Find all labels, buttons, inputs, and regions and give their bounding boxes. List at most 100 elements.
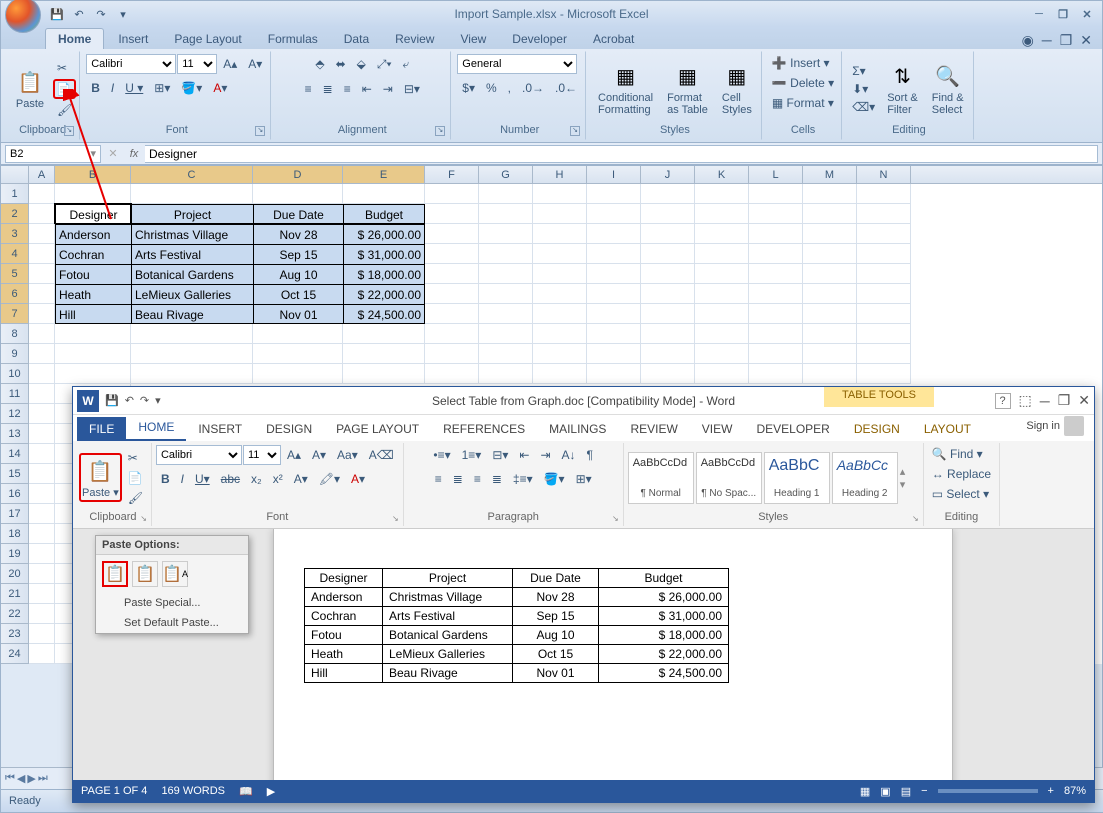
cell[interactable] xyxy=(749,244,803,264)
insert-cells-button[interactable]: ➕ Insert ▾ xyxy=(768,54,834,72)
cell[interactable] xyxy=(641,264,695,284)
cell[interactable] xyxy=(29,404,55,424)
italic-button[interactable]: I xyxy=(106,78,119,98)
word-table-row[interactable]: HillBeau RivageNov 01$ 24,500.00 xyxy=(305,664,729,683)
cancel-icon[interactable]: ✕ xyxy=(103,147,123,160)
cell[interactable] xyxy=(587,284,641,304)
cell[interactable] xyxy=(641,284,695,304)
cell[interactable] xyxy=(749,224,803,244)
shrink-font-icon[interactable]: A▾ xyxy=(307,445,331,465)
cell[interactable]: Nov 01 xyxy=(253,304,343,324)
cell[interactable]: Fotou xyxy=(55,264,131,284)
col-header[interactable]: G xyxy=(479,166,533,183)
cell[interactable] xyxy=(695,204,749,224)
row-header[interactable]: 2 xyxy=(1,204,29,224)
word-paste-button[interactable]: 📋 Paste ▾ xyxy=(79,453,122,502)
redo-icon[interactable]: ↷ xyxy=(91,4,111,24)
cell[interactable] xyxy=(55,364,131,384)
cell[interactable] xyxy=(857,364,911,384)
cell[interactable]: $ 26,000.00 xyxy=(343,224,425,244)
cell[interactable] xyxy=(695,344,749,364)
cell[interactable]: Oct 15 xyxy=(253,284,343,304)
orientation-icon[interactable]: ⤢▾ xyxy=(372,54,397,75)
cell[interactable] xyxy=(641,324,695,344)
row-header[interactable]: 20 xyxy=(1,564,29,584)
word-td[interactable]: Sep 15 xyxy=(513,607,599,626)
cell[interactable] xyxy=(695,224,749,244)
cell[interactable] xyxy=(587,344,641,364)
cell[interactable] xyxy=(587,204,641,224)
word-table-header-row[interactable]: Designer Project Due Date Budget xyxy=(305,569,729,588)
bold-button[interactable]: B xyxy=(156,469,175,489)
word-td[interactable]: Heath xyxy=(305,645,383,664)
cell[interactable] xyxy=(479,204,533,224)
cell[interactable]: Hill xyxy=(55,304,131,324)
cell[interactable] xyxy=(803,364,857,384)
tab-home[interactable]: Home xyxy=(45,28,104,49)
cell[interactable] xyxy=(641,364,695,384)
cell[interactable] xyxy=(587,364,641,384)
cell[interactable] xyxy=(55,344,131,364)
tab-page-layout[interactable]: Page Layout xyxy=(162,29,253,49)
cell[interactable] xyxy=(425,284,479,304)
cell[interactable] xyxy=(641,204,695,224)
decrease-indent-icon[interactable]: ⇤ xyxy=(514,445,534,465)
word-td[interactable]: Botanical Gardens xyxy=(383,626,513,645)
word-td[interactable]: $ 18,000.00 xyxy=(599,626,729,645)
zoom-out-button[interactable]: − xyxy=(921,785,927,797)
word-td[interactable]: Aug 10 xyxy=(513,626,599,645)
cell[interactable] xyxy=(29,284,55,304)
cell[interactable] xyxy=(749,304,803,324)
wrap-text-button[interactable]: ⤶ xyxy=(398,54,415,75)
cell[interactable] xyxy=(857,304,911,324)
cell[interactable] xyxy=(803,224,857,244)
page-count[interactable]: PAGE 1 OF 4 xyxy=(81,785,147,797)
word-td[interactable]: Anderson xyxy=(305,588,383,607)
cell[interactable]: Arts Festival xyxy=(131,244,253,264)
font-size-select[interactable]: 11 xyxy=(177,54,217,74)
increase-indent-icon[interactable]: ⇥ xyxy=(378,79,398,99)
tab-table-design[interactable]: DESIGN xyxy=(842,417,912,441)
align-top-icon[interactable]: ⬘ xyxy=(310,54,329,75)
cell[interactable]: Project xyxy=(131,204,253,224)
print-layout-view-icon[interactable]: ▦ xyxy=(860,785,870,798)
cell[interactable] xyxy=(587,244,641,264)
paste-special-menu-item[interactable]: Paste Special... xyxy=(96,593,248,613)
cell[interactable]: Budget xyxy=(343,204,425,224)
cell[interactable] xyxy=(803,264,857,284)
cell[interactable] xyxy=(55,324,131,344)
cell[interactable] xyxy=(29,324,55,344)
close-workbook-button[interactable]: ✕ xyxy=(1080,32,1092,49)
cell[interactable] xyxy=(749,324,803,344)
tab-insert[interactable]: Insert xyxy=(106,29,160,49)
delete-cells-button[interactable]: ➖ Delete ▾ xyxy=(768,74,838,92)
tab-acrobat[interactable]: Acrobat xyxy=(581,29,646,49)
tab-view[interactable]: VIEW xyxy=(690,417,745,441)
clipboard-launcher-icon[interactable]: ↘ xyxy=(140,514,147,523)
cell[interactable] xyxy=(533,224,587,244)
cell[interactable] xyxy=(587,184,641,204)
row-header[interactable]: 4 xyxy=(1,244,29,264)
col-header[interactable]: A xyxy=(29,166,55,183)
number-format-select[interactable]: General xyxy=(457,54,577,74)
clipboard-launcher-icon[interactable]: ↘ xyxy=(64,126,74,136)
cell[interactable]: Christmas Village xyxy=(131,224,253,244)
tab-table-layout[interactable]: LAYOUT xyxy=(912,417,983,441)
word-td[interactable]: $ 31,000.00 xyxy=(599,607,729,626)
cell[interactable] xyxy=(587,304,641,324)
cell[interactable]: LeMieux Galleries xyxy=(131,284,253,304)
row-header[interactable]: 18 xyxy=(1,524,29,544)
subscript-icon[interactable]: x₂ xyxy=(246,469,267,489)
cell[interactable] xyxy=(343,324,425,344)
cell-styles-button[interactable]: ▦Cell Styles xyxy=(716,60,758,118)
cell[interactable] xyxy=(425,364,479,384)
sign-in-button[interactable]: Sign in xyxy=(1016,411,1094,441)
cell[interactable] xyxy=(533,364,587,384)
cell[interactable] xyxy=(131,344,253,364)
cell[interactable] xyxy=(749,264,803,284)
cell[interactable] xyxy=(803,324,857,344)
show-marks-icon[interactable]: ¶ xyxy=(582,445,598,465)
tab-review[interactable]: Review xyxy=(383,29,446,49)
row-header[interactable]: 15 xyxy=(1,464,29,484)
cell[interactable] xyxy=(695,364,749,384)
